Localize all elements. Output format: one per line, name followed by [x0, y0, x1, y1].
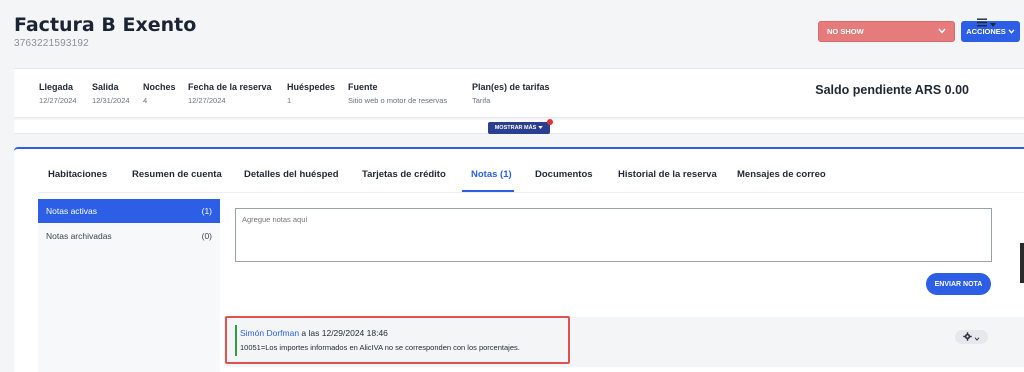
sidebar-item-label: Notas archivadas — [46, 231, 112, 241]
sidebar-item-count: (0) — [201, 231, 212, 241]
summary-value: Sitio web o motor de reservas — [348, 96, 448, 105]
gear-icon — [963, 328, 972, 346]
chevron-down-icon — [1008, 27, 1015, 36]
tab-credit-cards[interactable]: Tarjetas de crédito — [362, 169, 446, 180]
summary-field-guests: Huéspedes 1 — [287, 82, 335, 105]
sidebar-item-count: (1) — [201, 206, 212, 216]
balance-menu[interactable] — [977, 14, 996, 32]
reservation-summary: Llegada 12/27/2024 Salida 12/31/2024 Noc… — [14, 68, 1024, 118]
summary-value: 12/27/2024 — [39, 96, 77, 105]
summary-value: 12/31/2024 — [92, 96, 130, 105]
notification-dot — [547, 119, 553, 125]
summary-label: Salida — [92, 82, 119, 92]
tab-reservation-history[interactable]: Historial de la reserva — [618, 169, 717, 180]
outstanding-balance: Saldo pendiente ARS 0.00 — [815, 83, 969, 97]
note-highlight-box — [225, 316, 570, 364]
sidebar-item-label: Notas activas — [46, 206, 98, 216]
status-dropdown[interactable]: NO SHOW — [818, 21, 955, 42]
chevron-down-icon — [938, 27, 946, 36]
summary-label: Plan(es) de tarifas — [472, 82, 550, 92]
hamburger-icon — [977, 14, 987, 32]
reservation-number: 3763221593192 — [14, 38, 89, 49]
summary-value: Tarifa — [472, 96, 491, 105]
summary-field-source: Fuente Sitio web o motor de reservas — [348, 82, 447, 105]
active-tab-indicator — [462, 190, 514, 192]
note-header: Simón Dorfman a las 12/29/2024 18:46 — [240, 328, 388, 338]
note-status-bar — [235, 325, 237, 356]
send-note-button[interactable]: ENVIAR NOTA — [926, 273, 991, 295]
summary-label: Fecha de la reserva — [188, 82, 272, 92]
summary-value: 1 — [287, 96, 292, 105]
summary-label: Huéspedes — [287, 82, 336, 92]
summary-field-arrival: Llegada 12/27/2024 — [39, 82, 77, 105]
caret-down-icon — [538, 125, 544, 131]
summary-value: 4 — [143, 96, 148, 105]
tab-email-messages[interactable]: Mensajes de correo — [737, 169, 826, 180]
tab-notes[interactable]: Notas (1) — [471, 169, 512, 180]
tab-account-summary[interactable]: Resumen de cuenta — [132, 169, 222, 180]
sidebar-item-archived-notes[interactable]: Notas archivadas (0) — [38, 224, 220, 248]
summary-field-booking-date: Fecha de la reserva 12/27/2024 — [188, 82, 272, 105]
summary-value: 12/27/2024 — [188, 96, 226, 105]
summary-label: Noches — [143, 82, 176, 92]
summary-label: Llegada — [39, 82, 74, 92]
note-timestamp: a las 12/29/2024 18:46 — [299, 328, 388, 338]
sidebar-item-active-notes[interactable]: Notas activas (1) — [38, 199, 220, 223]
tabs-divider — [38, 192, 1024, 193]
chevron-down-icon — [974, 328, 980, 346]
summary-label: Fuente — [348, 82, 378, 92]
caret-down-icon — [990, 14, 996, 32]
tab-documents[interactable]: Documentos — [535, 169, 593, 180]
reservation-panel: Habitaciones Resumen de cuenta Detalles … — [14, 147, 1024, 372]
page-title: Factura B Exento — [14, 14, 197, 36]
tab-rooms[interactable]: Habitaciones — [48, 169, 107, 180]
show-more-button[interactable]: MOSTRAR MÁS — [488, 122, 550, 134]
summary-field-departure: Salida 12/31/2024 — [92, 82, 130, 105]
summary-field-rate-plans: Plan(es) de tarifas Tarifa — [472, 82, 550, 105]
note-author-link[interactable]: Simón Dorfman — [240, 328, 299, 338]
summary-field-nights: Noches 4 — [143, 82, 176, 105]
note-input[interactable] — [235, 208, 992, 262]
note-options-button[interactable] — [955, 330, 988, 344]
note-text: 10051=Los importes informados en AlicIVA… — [240, 343, 520, 352]
scrollbar-thumb[interactable] — [1020, 243, 1024, 283]
show-more-label: MOSTRAR MÁS — [494, 125, 537, 131]
tab-guest-details[interactable]: Detalles del huésped — [244, 169, 339, 180]
status-dropdown-label: NO SHOW — [827, 27, 864, 36]
